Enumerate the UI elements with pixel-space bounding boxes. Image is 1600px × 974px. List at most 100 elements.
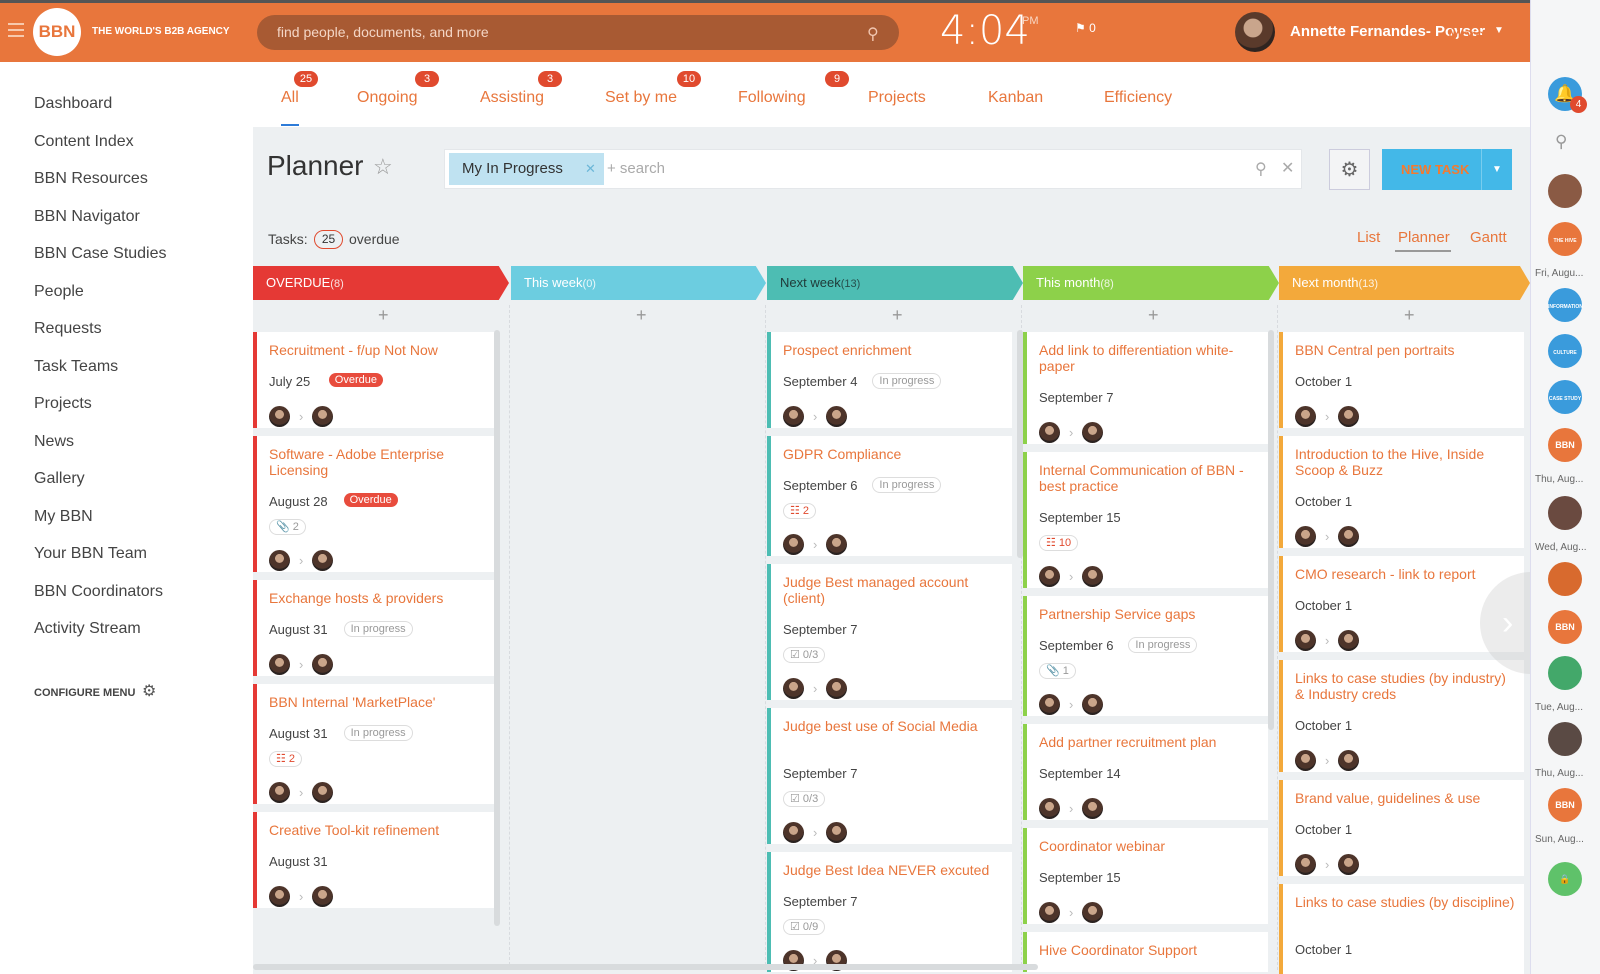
add-task-icon[interactable]: + <box>636 305 647 326</box>
task-title[interactable]: CMO research - link to report <box>1295 566 1517 582</box>
column-header[interactable]: This month(8) <box>1023 266 1279 300</box>
filter-search-box[interactable]: My In Progress + search <box>444 149 1302 189</box>
tab-efficiency[interactable]: Efficiency <box>1104 89 1172 107</box>
sidebar-item[interactable]: News <box>34 433 74 451</box>
sidebar-item[interactable]: Projects <box>34 395 92 413</box>
view-list[interactable]: List <box>1357 229 1380 246</box>
task-title[interactable]: Links to case studies (by industry) & In… <box>1295 670 1517 702</box>
task-assignees[interactable]: › <box>783 534 848 556</box>
view-gantt[interactable]: Gantt <box>1470 229 1507 246</box>
task-title[interactable]: Partnership Service gaps <box>1039 606 1261 622</box>
task-assignees[interactable]: › <box>783 406 848 428</box>
task-title[interactable]: Hive Coordinator Support <box>1039 942 1261 958</box>
tab-ongoing[interactable]: Ongoing <box>357 89 418 107</box>
task-title[interactable]: Introduction to the Hive, Inside Scoop &… <box>1295 446 1517 478</box>
task-title[interactable]: Prospect enrichment <box>783 342 1005 358</box>
filter-search-input[interactable]: + search <box>607 160 665 177</box>
activity-avatar[interactable] <box>1548 496 1582 530</box>
task-assignees[interactable]: › <box>269 886 334 908</box>
sidebar-item[interactable]: BBN Resources <box>34 170 148 188</box>
creator-avatar[interactable] <box>1039 422 1060 443</box>
activity-avatar[interactable] <box>1548 656 1582 690</box>
assignee-avatar[interactable] <box>826 822 848 843</box>
task-card[interactable]: Software - Adobe Enterprise Licensing Aug… <box>253 436 498 572</box>
configure-menu-button[interactable]: CONFIGURE MENU <box>34 687 135 699</box>
task-card[interactable]: BBN Central pen portraits October 1 › <box>1279 332 1524 428</box>
assignee-avatar[interactable] <box>312 406 334 427</box>
task-title[interactable]: Internal Communication of BBN - best pra… <box>1039 462 1261 494</box>
tab-set-by-me[interactable]: Set by me <box>605 89 677 107</box>
task-assignees[interactable]: › <box>783 678 848 700</box>
more-menu-button[interactable]: More ▼ <box>1448 27 1498 45</box>
task-card[interactable]: Internal Communication of BBN - best pra… <box>1023 452 1268 588</box>
board-horizontal-scrollbar[interactable] <box>253 964 1038 970</box>
assignee-avatar[interactable] <box>312 550 334 571</box>
global-search-input[interactable]: find people, documents, and more <box>257 15 899 50</box>
sidebar-item[interactable]: Content Index <box>34 133 134 151</box>
task-assignees[interactable]: › <box>1295 630 1360 652</box>
task-assignees[interactable]: › <box>1039 694 1104 716</box>
task-card[interactable]: Links to case studies (by discipline) Oct… <box>1279 884 1524 974</box>
assignee-avatar[interactable] <box>312 654 334 675</box>
activity-avatar[interactable]: CASE STUDY REQUEST <box>1548 380 1582 438</box>
creator-avatar[interactable] <box>1295 750 1316 771</box>
task-title[interactable]: Add link to differentiation white-paper <box>1039 342 1261 374</box>
column-scrollbar[interactable] <box>1017 330 1023 558</box>
column-scrollbar[interactable] <box>1268 330 1274 730</box>
activity-avatar[interactable] <box>1548 174 1582 208</box>
tab-following[interactable]: Following <box>738 89 806 107</box>
task-card[interactable]: Judge best use of Social Media September … <box>767 708 1012 844</box>
task-title[interactable]: Judge Best managed account (client) <box>783 574 1005 606</box>
task-title[interactable]: GDPR Compliance <box>783 446 1005 462</box>
hamburger-menu-icon[interactable] <box>8 23 24 37</box>
creator-avatar[interactable] <box>1039 694 1060 715</box>
sidebar-item[interactable]: People <box>34 283 84 301</box>
activity-avatar[interactable]: BBN <box>1548 610 1582 644</box>
assignee-avatar[interactable] <box>1338 406 1360 427</box>
creator-avatar[interactable] <box>1039 798 1060 819</box>
task-assignees[interactable]: › <box>1039 798 1104 820</box>
activity-avatar[interactable] <box>1548 562 1582 596</box>
assignee-avatar[interactable] <box>1338 526 1360 547</box>
sidebar-item[interactable]: Your BBN Team <box>34 545 147 563</box>
task-card[interactable]: Recruitment - f/up Not Now July 25 Overdue… <box>253 332 498 428</box>
activity-avatar[interactable]: BBN <box>1548 788 1582 822</box>
assignee-avatar[interactable] <box>312 886 334 907</box>
activity-avatar[interactable] <box>1548 722 1582 756</box>
lock-icon[interactable]: 🔒 <box>1548 862 1582 896</box>
tab-all[interactable]: All <box>281 89 299 107</box>
creator-avatar[interactable] <box>269 406 290 427</box>
task-card[interactable]: Creative Tool-kit refinement August 31 › <box>253 812 498 908</box>
assignee-avatar[interactable] <box>1082 566 1104 587</box>
task-title[interactable]: Coordinator webinar <box>1039 838 1261 854</box>
gear-icon[interactable]: ⚙ <box>142 681 156 701</box>
user-avatar[interactable] <box>1235 12 1275 52</box>
creator-avatar[interactable] <box>1295 854 1316 875</box>
creator-avatar[interactable] <box>1039 566 1060 587</box>
task-title[interactable]: Links to case studies (by discipline) <box>1295 894 1517 910</box>
add-task-icon[interactable]: + <box>1404 305 1415 326</box>
assignee-avatar[interactable] <box>826 406 848 427</box>
remove-filter-icon[interactable]: ✕ <box>585 161 596 177</box>
column-header[interactable]: OVERDUE(8) <box>253 266 509 300</box>
column-header[interactable]: This week(0) <box>511 266 766 300</box>
sidebar-item[interactable]: BBN Coordinators <box>34 583 163 601</box>
creator-avatar[interactable] <box>1295 406 1316 427</box>
search-icon[interactable]: ⚲ <box>1555 132 1567 152</box>
task-card[interactable]: Hive Coordinator Support <box>1023 932 1268 972</box>
creator-avatar[interactable] <box>783 534 804 555</box>
sidebar-item[interactable]: Task Teams <box>34 358 118 376</box>
task-title[interactable]: Judge best use of Social Media <box>783 718 1005 734</box>
assignee-avatar[interactable] <box>1082 422 1104 443</box>
settings-button[interactable]: ⚙ <box>1329 149 1370 190</box>
assignee-avatar[interactable] <box>826 534 848 555</box>
view-planner[interactable]: Planner <box>1398 229 1450 246</box>
creator-avatar[interactable] <box>783 678 804 699</box>
sidebar-item[interactable]: Requests <box>34 320 102 338</box>
flag-counter[interactable]: ⚑ 0 <box>1075 21 1096 35</box>
bbn-logo[interactable]: BBN <box>33 8 81 56</box>
clear-icon[interactable]: ✕ <box>1281 158 1294 178</box>
add-task-icon[interactable]: + <box>378 305 389 326</box>
tab-kanban[interactable]: Kanban <box>988 89 1043 107</box>
task-assignees[interactable]: › <box>269 550 334 572</box>
